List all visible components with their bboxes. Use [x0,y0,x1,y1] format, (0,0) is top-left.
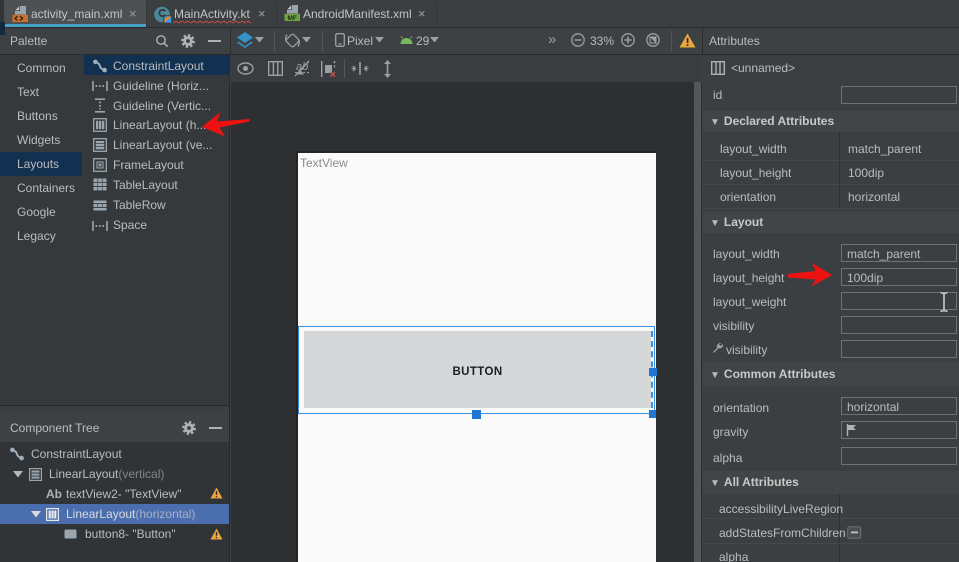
svg-text:×: × [330,69,336,78]
svg-text:MF: MF [288,15,297,21]
